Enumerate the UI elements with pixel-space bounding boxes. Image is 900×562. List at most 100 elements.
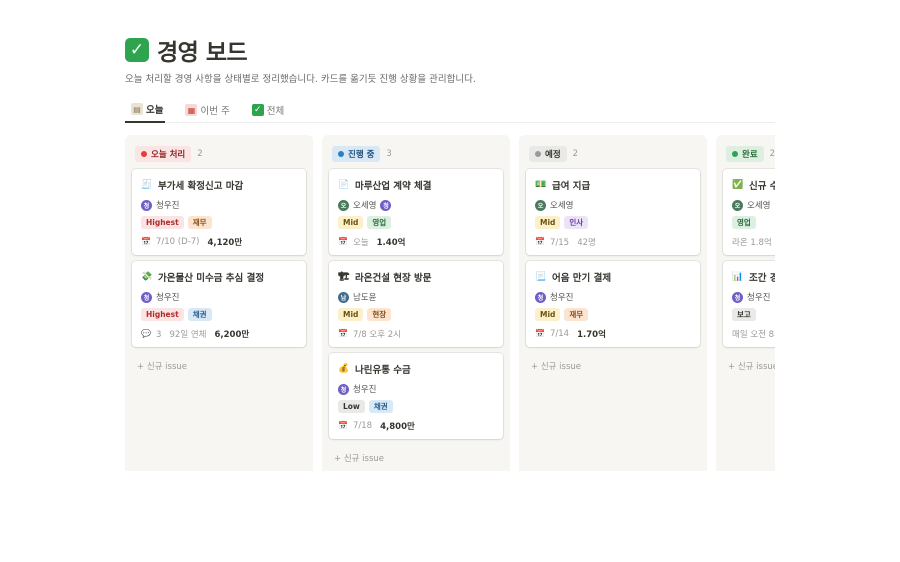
issue-card[interactable]: ✅ 신규 수주오 오세영영업라온 1.8억 · 0 — [723, 169, 775, 255]
tag: 보고 — [732, 308, 756, 321]
tag: Highest — [141, 216, 184, 229]
assignees: 오 오세영 — [535, 198, 691, 212]
card-title-row: 💸 가온물산 미수금 추심 결정 — [141, 269, 297, 285]
avatar[interactable]: 남 — [338, 291, 349, 303]
avatar[interactable]: 청 — [141, 199, 152, 211]
comment-icon: 💬 — [141, 329, 151, 338]
calendar-icon: 📅 — [535, 329, 545, 338]
assignees: 청 청우진 — [338, 382, 494, 396]
notepad-icon: ▤ — [131, 103, 143, 115]
tab-label: 이번 주 — [200, 106, 230, 117]
tag-list: Mid 현장 — [338, 308, 494, 321]
card-title: 가온물산 미수금 추심 결정 — [158, 273, 265, 284]
money-wings-icon: 💸 — [141, 272, 153, 282]
status-label: 오늘 처리 — [151, 150, 186, 160]
assignee-name: 청우진 — [747, 293, 771, 303]
board-viewport[interactable]: 오늘 처리 2 🧾 부가세 확정신고 마감 청 청우진 Highest 재무 📅 7/10 (D-… — [125, 135, 775, 471]
scroll-icon: 📃 — [535, 272, 547, 282]
tab-today[interactable]: ▤ 오늘 — [125, 97, 166, 123]
card-title: 급여 지급 — [552, 181, 591, 192]
status-dot-icon — [338, 151, 344, 157]
view-tabs: ▤ 오늘 ▦ 이번 주 ✓ 전체 — [125, 97, 775, 123]
status-label: 진행 중 — [348, 150, 375, 160]
card-title: 부가세 확정신고 마감 — [158, 181, 244, 192]
calendar-icon: 📅 — [338, 237, 348, 246]
card-meta: 📅 7/15 42명 — [535, 235, 691, 248]
avatar[interactable]: 오 — [338, 199, 349, 211]
assignees: 청 청우진 — [141, 198, 297, 212]
tag: Mid — [535, 216, 561, 229]
tag: 영업 — [732, 216, 756, 229]
tag: 채권 — [368, 400, 393, 413]
document-icon: 📄 — [338, 180, 350, 190]
page-title: 경영 보드 — [157, 40, 248, 66]
assignee-name: 청우진 — [156, 201, 180, 211]
tag-list: Mid 인사 — [535, 216, 691, 229]
column-header[interactable]: 진행 중 3 — [332, 145, 503, 163]
card-title-row: ✅ 신규 수주 — [732, 177, 775, 193]
title-row: ✓ 경영 보드 — [125, 32, 775, 68]
issue-card[interactable]: 📃 어음 만기 결제 청 청우진 Mid 재무 📅 7/14 1.70억 — [526, 261, 700, 347]
tag: 영업 — [367, 216, 392, 229]
avatar[interactable]: 오 — [535, 199, 546, 211]
issue-card[interactable]: 🧾 부가세 확정신고 마감 청 청우진 Highest 재무 📅 7/10 (D-7) 4,12… — [132, 169, 306, 255]
check-box-icon: ✓ — [125, 38, 149, 62]
new-issue-button[interactable]: + 신규 issue — [329, 445, 503, 471]
board-column: 완료 2 ✅ 신규 수주오 오세영영업라온 1.8억 · 0 📊 조간 경영청 청우진보고매일… — [716, 135, 775, 471]
page-description: 오늘 처리할 경영 사항을 상태별로 정리했습니다. 카드를 옮기듯 진행 상황… — [125, 74, 476, 85]
new-issue-button[interactable]: + 신규 issue — [723, 353, 775, 379]
tab-this-week[interactable]: ▦ 이번 주 — [179, 97, 231, 123]
issue-card[interactable]: 🏗 라온건설 현장 방문 남 남도윤 Mid 현장 📅 7/8 오후 2시 — [329, 261, 503, 347]
status-label: 예정 — [545, 150, 561, 160]
status-badge: 오늘 처리 — [135, 146, 192, 162]
tag: 재무 — [564, 308, 589, 321]
new-issue-button[interactable]: + 신규 issue — [526, 353, 700, 379]
check-box-icon: ✅ — [732, 180, 744, 190]
tag: Low — [338, 400, 365, 413]
issue-card[interactable]: 💵 급여 지급 오 오세영 Mid 인사 📅 7/15 42명 — [526, 169, 700, 255]
tab-all[interactable]: ✓ 전체 — [246, 97, 286, 123]
page-header: ✓ 경영 보드 오늘 처리할 경영 사항을 상태별로 정리했습니다. 카드를 옮… — [125, 32, 775, 123]
calendar-icon: 📅 — [535, 237, 545, 246]
avatar[interactable]: 청 — [141, 291, 152, 303]
due-info: 7/8 오후 2시 — [353, 329, 401, 340]
card-title-row: 📊 조간 경영 — [732, 269, 775, 285]
assignee-name: 청우진 — [156, 293, 180, 303]
card-title-row: 🏗 라온건설 현장 방문 — [338, 269, 494, 285]
column-count: 2 — [572, 149, 579, 159]
due-info: 3 92일 연체 — [156, 329, 207, 340]
bar-chart-icon: 📊 — [732, 272, 744, 282]
column-header[interactable]: 완료 2 — [726, 145, 775, 163]
tag-list: Highest 채권 — [141, 308, 297, 321]
issue-card[interactable]: 💸 가온물산 미수금 추심 결정 청 청우진 Highest 채권 💬 3 92일 연체 6,2… — [132, 261, 306, 347]
issue-card[interactable]: 💰 나린유통 수금 청 청우진 Low 채권 📅 7/18 4,800만 — [329, 353, 503, 439]
tab-label: 오늘 — [146, 105, 164, 116]
tag-list: Highest 재무 — [141, 216, 297, 229]
avatar[interactable]: 청 — [535, 291, 546, 303]
due-info: 7/18 — [353, 420, 373, 431]
status-badge: 완료 — [726, 146, 764, 162]
new-issue-button[interactable]: + 신규 issue — [132, 353, 306, 379]
tag-list: Mid 재무 — [535, 308, 691, 321]
avatar[interactable]: 청 — [732, 291, 743, 303]
kanban-board: 오늘 처리 2 🧾 부가세 확정신고 마감 청 청우진 Highest 재무 📅 7/10 (D-… — [125, 135, 775, 471]
card-meta: 📅 7/18 4,800만 — [338, 419, 494, 432]
assignee-name: 남도윤 — [353, 293, 377, 303]
card-title-row: 🧾 부가세 확정신고 마감 — [141, 177, 297, 193]
issue-card[interactable]: 📄 마루산업 계약 체결 오 오세영 청 Mid 영업 📅 오늘 1.40억 — [329, 169, 503, 255]
avatar[interactable]: 청 — [380, 199, 392, 211]
card-meta: 📅 7/14 1.70억 — [535, 327, 691, 340]
avatar[interactable]: 청 — [338, 383, 349, 395]
card-title-row: 📃 어음 만기 결제 — [535, 269, 691, 285]
calendar-icon: 📅 — [338, 421, 348, 430]
column-header[interactable]: 예정 2 — [529, 145, 700, 163]
assignee-name: 오세영 — [550, 201, 574, 211]
amount: 4,120만 — [207, 237, 243, 248]
avatar[interactable]: 오 — [732, 199, 743, 211]
column-header[interactable]: 오늘 처리 2 — [135, 145, 306, 163]
issue-card[interactable]: 📊 조간 경영청 청우진보고매일 오전 8시 — [723, 261, 775, 347]
card-meta: 라온 1.8억 · 0 — [732, 235, 775, 248]
tag-list: Mid 영업 — [338, 216, 494, 229]
status-label: 완료 — [742, 150, 758, 160]
receipt-icon: 🧾 — [141, 180, 153, 190]
